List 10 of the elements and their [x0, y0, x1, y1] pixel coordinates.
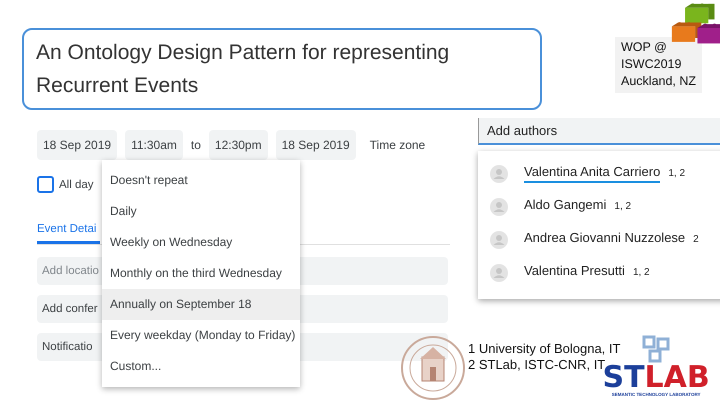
lab-logo-text: LAB: [644, 364, 710, 392]
affiliation-numbers: 1, 2: [668, 168, 686, 179]
venue-label: WOP @ ISWC2019 Auckland, NZ: [615, 37, 702, 93]
all-day-label: All day: [59, 178, 94, 190]
affiliation-numbers: 2: [693, 234, 699, 245]
affiliation-numbers: 1, 2: [632, 267, 650, 278]
affiliation-text: 1 University of Bologna, IT: [468, 341, 620, 357]
affiliation-numbers: 1, 2: [614, 201, 632, 212]
slide-title: An Ontology Design Pattern for representing Recurrent Events: [22, 28, 542, 110]
time-separator: to: [190, 138, 201, 152]
